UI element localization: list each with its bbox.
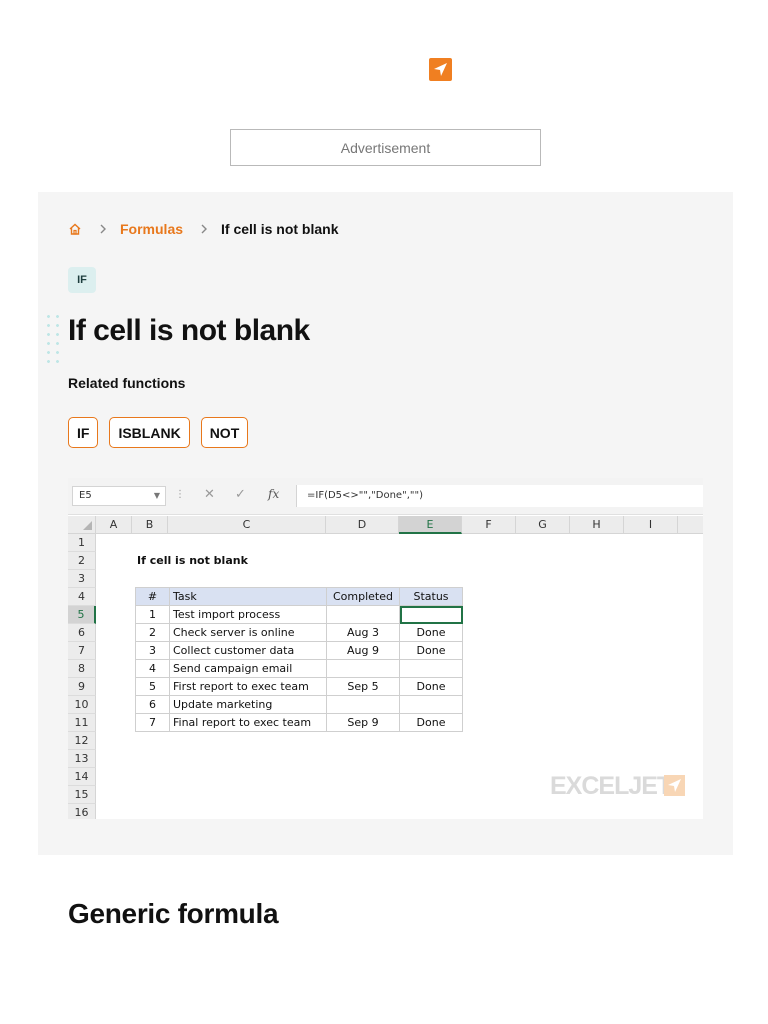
spreadsheet-screenshot: E5 ▼ ⋮ ✕ ✓ fx =IF(D5<>"","Done","") A B … (68, 478, 703, 819)
row-header: 13 (68, 750, 96, 768)
breadcrumb-current: If cell is not blank (221, 221, 339, 237)
generic-formula-heading: Generic formula (68, 898, 279, 929)
logo-arrow-icon (434, 63, 447, 76)
breadcrumb-formulas-link[interactable]: Formulas (120, 221, 183, 237)
column-header-c: C (168, 516, 326, 534)
row-header: 1 (68, 534, 96, 552)
column-header-b: B (132, 516, 168, 534)
row-header: 3 (68, 570, 96, 588)
column-header-h: H (570, 516, 624, 534)
cell-task: Collect customer data (169, 641, 327, 660)
watermark-logo-icon (664, 775, 685, 796)
row-header: 15 (68, 786, 96, 804)
row-header: 6 (68, 624, 96, 642)
column-header-i: I (624, 516, 678, 534)
related-functions-label: Related functions (68, 375, 186, 391)
cell-number: 6 (135, 695, 170, 714)
chevron-right-icon (99, 222, 107, 236)
related-function-if-button[interactable]: IF (68, 417, 99, 448)
row-header: 16 (68, 804, 96, 819)
page-title: If cell is not blank (68, 314, 310, 347)
cell-task: Final report to exec team (169, 713, 327, 732)
cell-completed: Sep 5 (326, 677, 400, 696)
cell-number: 2 (135, 623, 170, 642)
row-header: 14 (68, 768, 96, 786)
related-functions-list: IF ISBLANK NOT (68, 417, 249, 448)
select-all-corner (68, 516, 96, 534)
cell-status: Done (399, 641, 463, 660)
exceljet-logo[interactable] (429, 58, 452, 81)
formula-text: =IF(D5<>"","Done","") (296, 485, 703, 507)
column-header-d: D (326, 516, 399, 534)
cancel-icon: ✕ (204, 487, 215, 502)
cell-number: 4 (135, 659, 170, 678)
header-task: Task (169, 587, 327, 606)
cell-number: 3 (135, 641, 170, 660)
table-row: 7 Final report to exec team Sep 9 Done (135, 713, 463, 732)
insert-function-icon: fx (268, 487, 280, 501)
row-header: 8 (68, 660, 96, 678)
cell-completed: Aug 3 (326, 623, 400, 642)
table-header-row: # Task Completed Status (135, 587, 463, 606)
cell-status: Done (399, 677, 463, 696)
related-function-not-button[interactable]: NOT (200, 417, 249, 448)
column-header-f: F (462, 516, 516, 534)
active-cell-e5 (399, 605, 463, 624)
function-tag[interactable]: IF (68, 267, 96, 293)
cell-completed: Aug 9 (326, 641, 400, 660)
table-row: 1 Test import process (135, 605, 463, 624)
sheet-title: If cell is not blank (137, 554, 248, 567)
cell-completed (326, 659, 400, 678)
cell-status (399, 659, 463, 678)
related-function-isblank-button[interactable]: ISBLANK (109, 417, 190, 448)
cell-task: Send campaign email (169, 659, 327, 678)
header-status: Status (399, 587, 463, 606)
row-header: 10 (68, 696, 96, 714)
row-header-selected: 5 (68, 606, 96, 624)
cell-task: First report to exec team (169, 677, 327, 696)
cell-completed: Sep 9 (326, 713, 400, 732)
header-number: # (135, 587, 170, 606)
name-box-value: E5 (79, 490, 92, 501)
cell-number: 5 (135, 677, 170, 696)
table-row: 3 Collect customer data Aug 9 Done (135, 641, 463, 660)
table-row: 2 Check server is online Aug 3 Done (135, 623, 463, 642)
cell-completed (326, 695, 400, 714)
cell-task: Update marketing (169, 695, 327, 714)
breadcrumb: Formulas If cell is not blank (68, 221, 338, 237)
cell-status: Done (399, 713, 463, 732)
name-box: E5 ▼ (72, 486, 166, 506)
cell-task: Test import process (169, 605, 327, 624)
cell-number: 1 (135, 605, 170, 624)
column-header-a: A (96, 516, 132, 534)
task-table: # Task Completed Status 1 Test import pr… (135, 587, 463, 732)
decorative-dots (44, 312, 62, 366)
enter-check-icon: ✓ (235, 487, 246, 502)
advertisement-box: Advertisement (230, 129, 541, 166)
row-header: 7 (68, 642, 96, 660)
header-completed: Completed (326, 587, 400, 606)
home-icon[interactable] (68, 222, 82, 236)
formula-bar: E5 ▼ ⋮ ✕ ✓ fx =IF(D5<>"","Done","") (68, 478, 703, 515)
table-row: 6 Update marketing (135, 695, 463, 714)
cell-completed (326, 605, 400, 624)
row-header: 9 (68, 678, 96, 696)
cell-task: Check server is online (169, 623, 327, 642)
table-row: 4 Send campaign email (135, 659, 463, 678)
chevron-right-icon (200, 222, 208, 236)
row-header: 2 (68, 552, 96, 570)
cell-status: Done (399, 623, 463, 642)
exceljet-watermark: EXCELJET (550, 772, 672, 800)
dropdown-caret-icon: ▼ (153, 491, 160, 500)
column-header-g: G (516, 516, 570, 534)
table-row: 5 First report to exec team Sep 5 Done (135, 677, 463, 696)
column-header-blank (678, 516, 703, 534)
row-header: 11 (68, 714, 96, 732)
row-header: 12 (68, 732, 96, 750)
column-header-e: E (399, 516, 462, 534)
more-dots-icon: ⋮ (175, 489, 185, 500)
row-header: 4 (68, 588, 96, 606)
cell-number: 7 (135, 713, 170, 732)
cell-status (399, 695, 463, 714)
